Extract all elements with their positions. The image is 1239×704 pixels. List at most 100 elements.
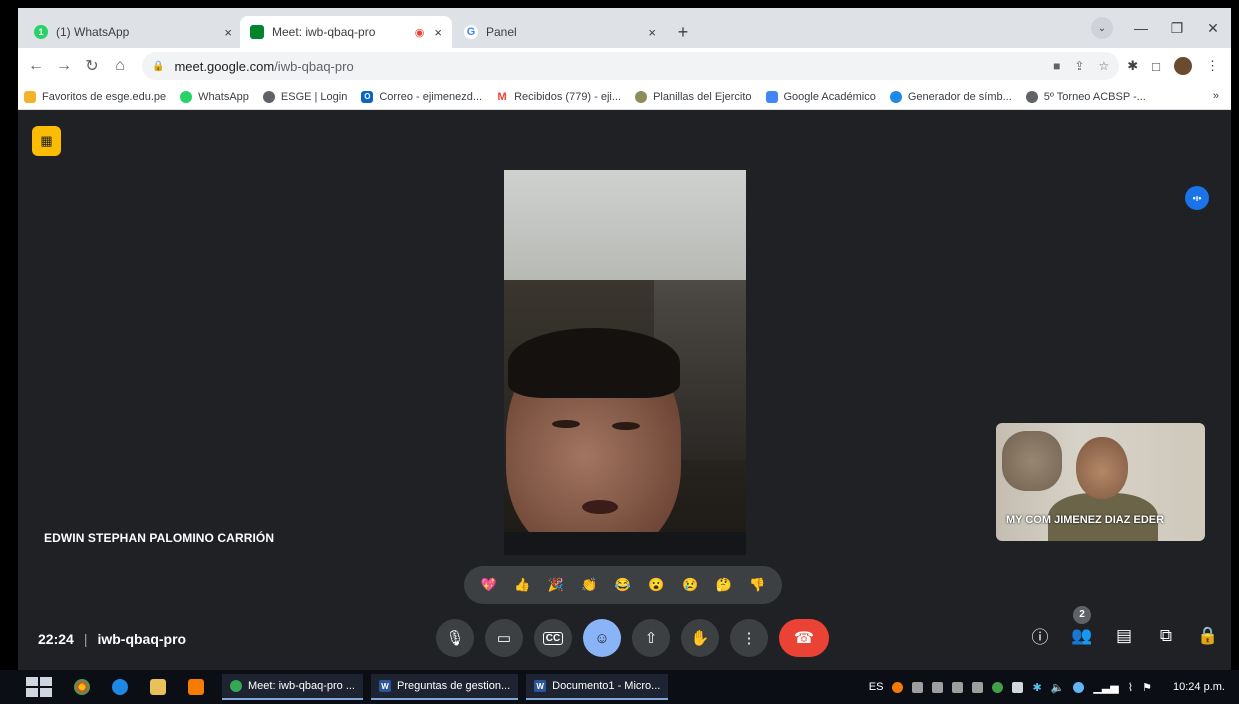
bookmark-item[interactable]: Favoritos de esge.edu.pe — [24, 90, 166, 103]
word-icon: W — [379, 680, 391, 692]
tray-app-icon[interactable] — [912, 681, 924, 693]
tray-app-icon[interactable] — [932, 681, 944, 693]
tray-app-icon[interactable] — [1073, 681, 1085, 693]
menu-icon[interactable]: ⋮ — [1206, 58, 1219, 74]
reaction-surprised[interactable]: 😮 — [646, 574, 668, 596]
tab-search-icon[interactable]: ⌄ — [1091, 17, 1113, 39]
reaction-heart[interactable]: 💖 — [478, 574, 500, 596]
profile-avatar[interactable] — [1174, 57, 1192, 75]
bookmark-item[interactable]: ESGE | Login — [262, 90, 347, 103]
close-tab-icon[interactable]: × — [224, 25, 232, 40]
tab-title: Meet: iwb-qbaq-pro — [272, 25, 376, 39]
start-button[interactable] — [26, 677, 52, 697]
microphone-button[interactable]: 🎙 — [436, 619, 474, 657]
taskbar-item-word-2[interactable]: W Documento1 - Micro... — [526, 674, 669, 700]
share-icon[interactable]: ⇪ — [1074, 59, 1084, 73]
chrome-icon[interactable] — [74, 679, 90, 695]
bookmark-item[interactable]: O Correo - ejimenezd... — [361, 90, 482, 103]
url-host: meet.google.com — [174, 58, 275, 74]
more-bookmarks-button[interactable]: » — [1213, 90, 1219, 102]
globe-icon — [889, 90, 902, 103]
bookmark-label: Generador de símb... — [907, 90, 1012, 103]
signal-icon[interactable]: ▁▃▅ — [1093, 681, 1118, 694]
tray-app-icon[interactable] — [892, 681, 904, 693]
file-explorer-icon[interactable] — [150, 679, 166, 695]
camera-in-use-icon[interactable]: ■ — [1053, 59, 1060, 73]
tray-app-icon[interactable] — [1012, 681, 1024, 693]
side-panel-icon[interactable]: □ — [1152, 59, 1160, 74]
reload-icon[interactable]: ↻ — [78, 56, 106, 76]
back-icon[interactable]: ← — [22, 57, 50, 75]
captions-button[interactable]: CC — [534, 619, 572, 657]
bookmark-item[interactable]: Google Académico — [765, 90, 876, 103]
tab-whatsapp[interactable]: 1 (1) WhatsApp × — [24, 16, 242, 48]
taskbar-item-meet[interactable]: Meet: iwb-qbaq-pro ... — [222, 674, 363, 700]
extensions-icon[interactable]: ✱ — [1127, 58, 1138, 74]
reaction-thinking[interactable]: 🤔 — [713, 574, 735, 596]
chrome-icon — [230, 680, 242, 692]
bookmark-item[interactable]: Planillas del Ejercito — [635, 90, 752, 103]
bookmark-item[interactable]: Generador de símb... — [889, 90, 1012, 103]
home-icon[interactable]: ⌂ — [106, 57, 134, 75]
media-player-icon[interactable] — [188, 679, 204, 695]
close-window-icon[interactable]: ✕ — [1195, 20, 1231, 37]
reaction-thumbs-up[interactable]: 👍 — [511, 574, 533, 596]
chat-icon[interactable]: ▤ — [1113, 626, 1135, 646]
bookmarks-bar: Favoritos de esge.edu.pe WhatsApp ESGE |… — [18, 84, 1231, 110]
address-bar[interactable]: 🔒 meet.google.com/iwb-qbaq-pro ■ ⇪ ☆ — [142, 52, 1120, 80]
bookmark-star-icon[interactable]: ☆ — [1098, 59, 1109, 73]
reactions-button[interactable]: ☺ — [583, 619, 621, 657]
end-call-button[interactable]: ☎ — [779, 619, 829, 657]
more-vert-icon: ⋮ — [741, 630, 757, 647]
reaction-clap[interactable]: 👏 — [578, 574, 600, 596]
bookmark-item[interactable]: WhatsApp — [180, 90, 249, 103]
host-controls-icon[interactable]: 🔒 — [1197, 626, 1219, 646]
close-tab-icon[interactable]: × — [648, 25, 656, 40]
forward-icon[interactable]: → — [50, 57, 78, 75]
bookmark-label: Google Académico — [783, 90, 876, 103]
camera-icon: ▭ — [496, 630, 512, 647]
raise-hand-button[interactable]: ✋ — [681, 619, 719, 657]
participant-eye — [552, 420, 580, 428]
activities-icon[interactable]: ⧉ — [1155, 626, 1177, 646]
restore-icon[interactable]: ❐ — [1159, 20, 1195, 37]
tray-app-icon[interactable] — [992, 681, 1004, 693]
camera-button[interactable]: ▭ — [485, 619, 523, 657]
bookmark-item[interactable]: 5º Torneo ACBSP -... — [1025, 90, 1146, 103]
more-options-button[interactable]: ⋮ — [730, 619, 768, 657]
meet-stage: ▦ EDWIN STEPHAN PALOMINO CARRIÓN •ı• MY … — [18, 111, 1231, 670]
taskbar-clock[interactable]: 10:24 p.m. — [1173, 681, 1225, 693]
new-tab-button[interactable]: + — [671, 20, 695, 44]
reaction-party[interactable]: 🎉 — [545, 574, 567, 596]
tab-meet[interactable]: Meet: iwb-qbaq-pro ◉ × — [240, 16, 452, 48]
tab-panel[interactable]: G Panel × — [454, 16, 666, 48]
present-button[interactable]: ⇧ — [632, 619, 670, 657]
minimize-icon[interactable]: — — [1123, 20, 1159, 36]
separator: | — [83, 631, 88, 647]
reaction-laugh[interactable]: 😂 — [612, 574, 634, 596]
tray-app-icon[interactable] — [972, 681, 984, 693]
bookmark-item[interactable]: M Recibidos (779) - eji... — [496, 90, 621, 103]
main-video-tile[interactable] — [504, 170, 746, 555]
internet-explorer-icon[interactable] — [112, 679, 128, 695]
people-icon[interactable]: 👥 2 — [1071, 605, 1093, 646]
bluetooth-icon[interactable]: ✱ — [1032, 681, 1041, 694]
close-tab-icon[interactable]: × — [434, 25, 442, 40]
browser-toolbar: ← → ↻ ⌂ 🔒 meet.google.com/iwb-qbaq-pro ■… — [18, 48, 1231, 84]
taskbar-item-word-1[interactable]: W Preguntas de gestion... — [371, 674, 519, 700]
reaction-thumbs-down[interactable]: 👎 — [746, 574, 768, 596]
self-view-tile[interactable]: MY COM JIMENEZ DIAZ EDER — [996, 423, 1205, 541]
reaction-sad[interactable]: 😢 — [679, 574, 701, 596]
google-icon: G — [464, 25, 478, 39]
language-indicator[interactable]: ES — [869, 681, 884, 693]
volume-icon[interactable]: 🔈 — [1051, 681, 1065, 694]
captions-off-icon[interactable]: ▦ — [32, 126, 61, 156]
army-logo-icon — [635, 90, 648, 103]
video-background — [504, 170, 746, 280]
network-icon[interactable]: ⌇ — [1128, 681, 1133, 694]
action-center-flag-icon[interactable]: ⚑ — [1142, 681, 1152, 694]
browser-window: 1 (1) WhatsApp × Meet: iwb-qbaq-pro ◉ × … — [18, 8, 1231, 670]
meeting-details-icon[interactable]: ⓘ — [1029, 623, 1051, 648]
meet-icon — [250, 25, 264, 39]
tray-app-icon[interactable] — [952, 681, 964, 693]
